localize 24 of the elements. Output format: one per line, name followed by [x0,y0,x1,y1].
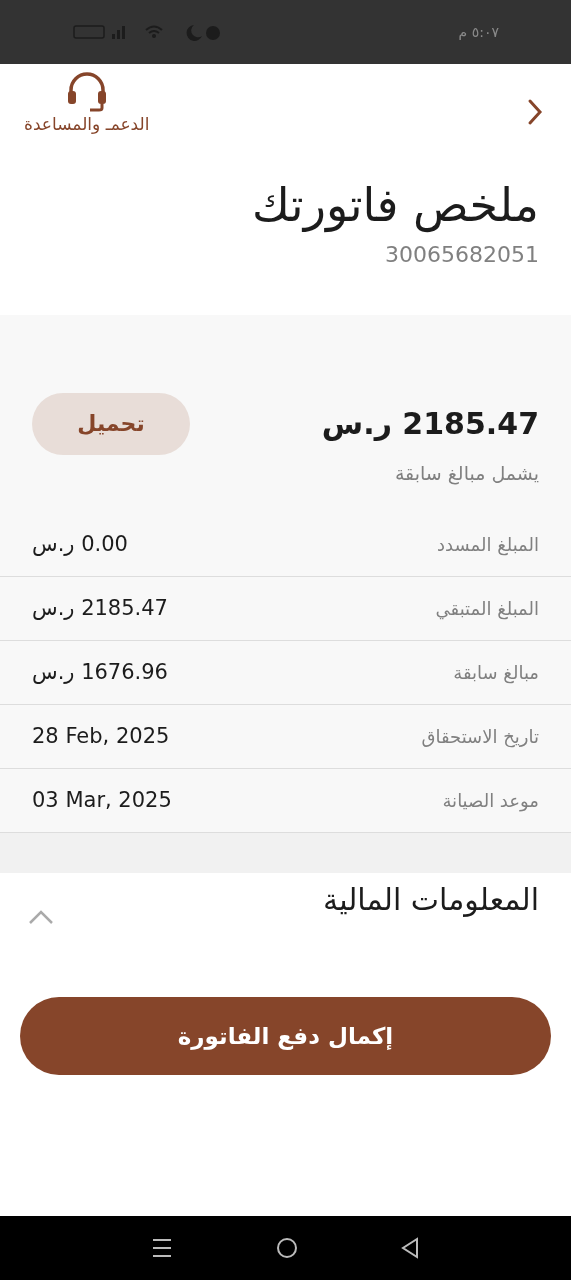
row-value: 2185.47 ر.س [32,595,168,623]
download-button[interactable]: تحميل [32,392,190,455]
status-time: ٥:٠٧ م [458,22,499,42]
support-button[interactable]: الدعمـ والمساعدة [24,72,150,138]
row-label: موعد الصيانة [442,789,539,814]
pay-button[interactable]: إكمال دفع الفاتورة [20,997,551,1076]
row-label: المبلغ المسدد [437,533,539,558]
total-amount: 2185.47 ر.س [321,405,539,444]
row-label: مبالغ سابقة [453,661,539,686]
account-number: 30065682051 [384,240,539,269]
row-value: 03 Mar, 2025 [32,787,172,815]
section-title: المعلومات المالية [323,881,539,920]
row-value: 28 Feb, 2025 [32,723,170,751]
row-label: المبلغ المتبقي [435,597,539,622]
menu-nav-icon[interactable] [151,1237,174,1259]
page-title: ملخص فاتورتك [251,177,539,235]
row-value: 1676.96 ر.س [32,659,168,687]
home-nav-icon[interactable] [275,1237,298,1259]
row-value: 0.00 ر.س [32,531,128,559]
row-label: تاريخ الاستحقاق [421,725,539,750]
chevron-up-icon [28,909,54,926]
chevron-right-icon [527,98,543,126]
total-note: يشمل مبالغ سابقة [393,460,540,487]
back-nav-icon[interactable] [399,1237,420,1259]
